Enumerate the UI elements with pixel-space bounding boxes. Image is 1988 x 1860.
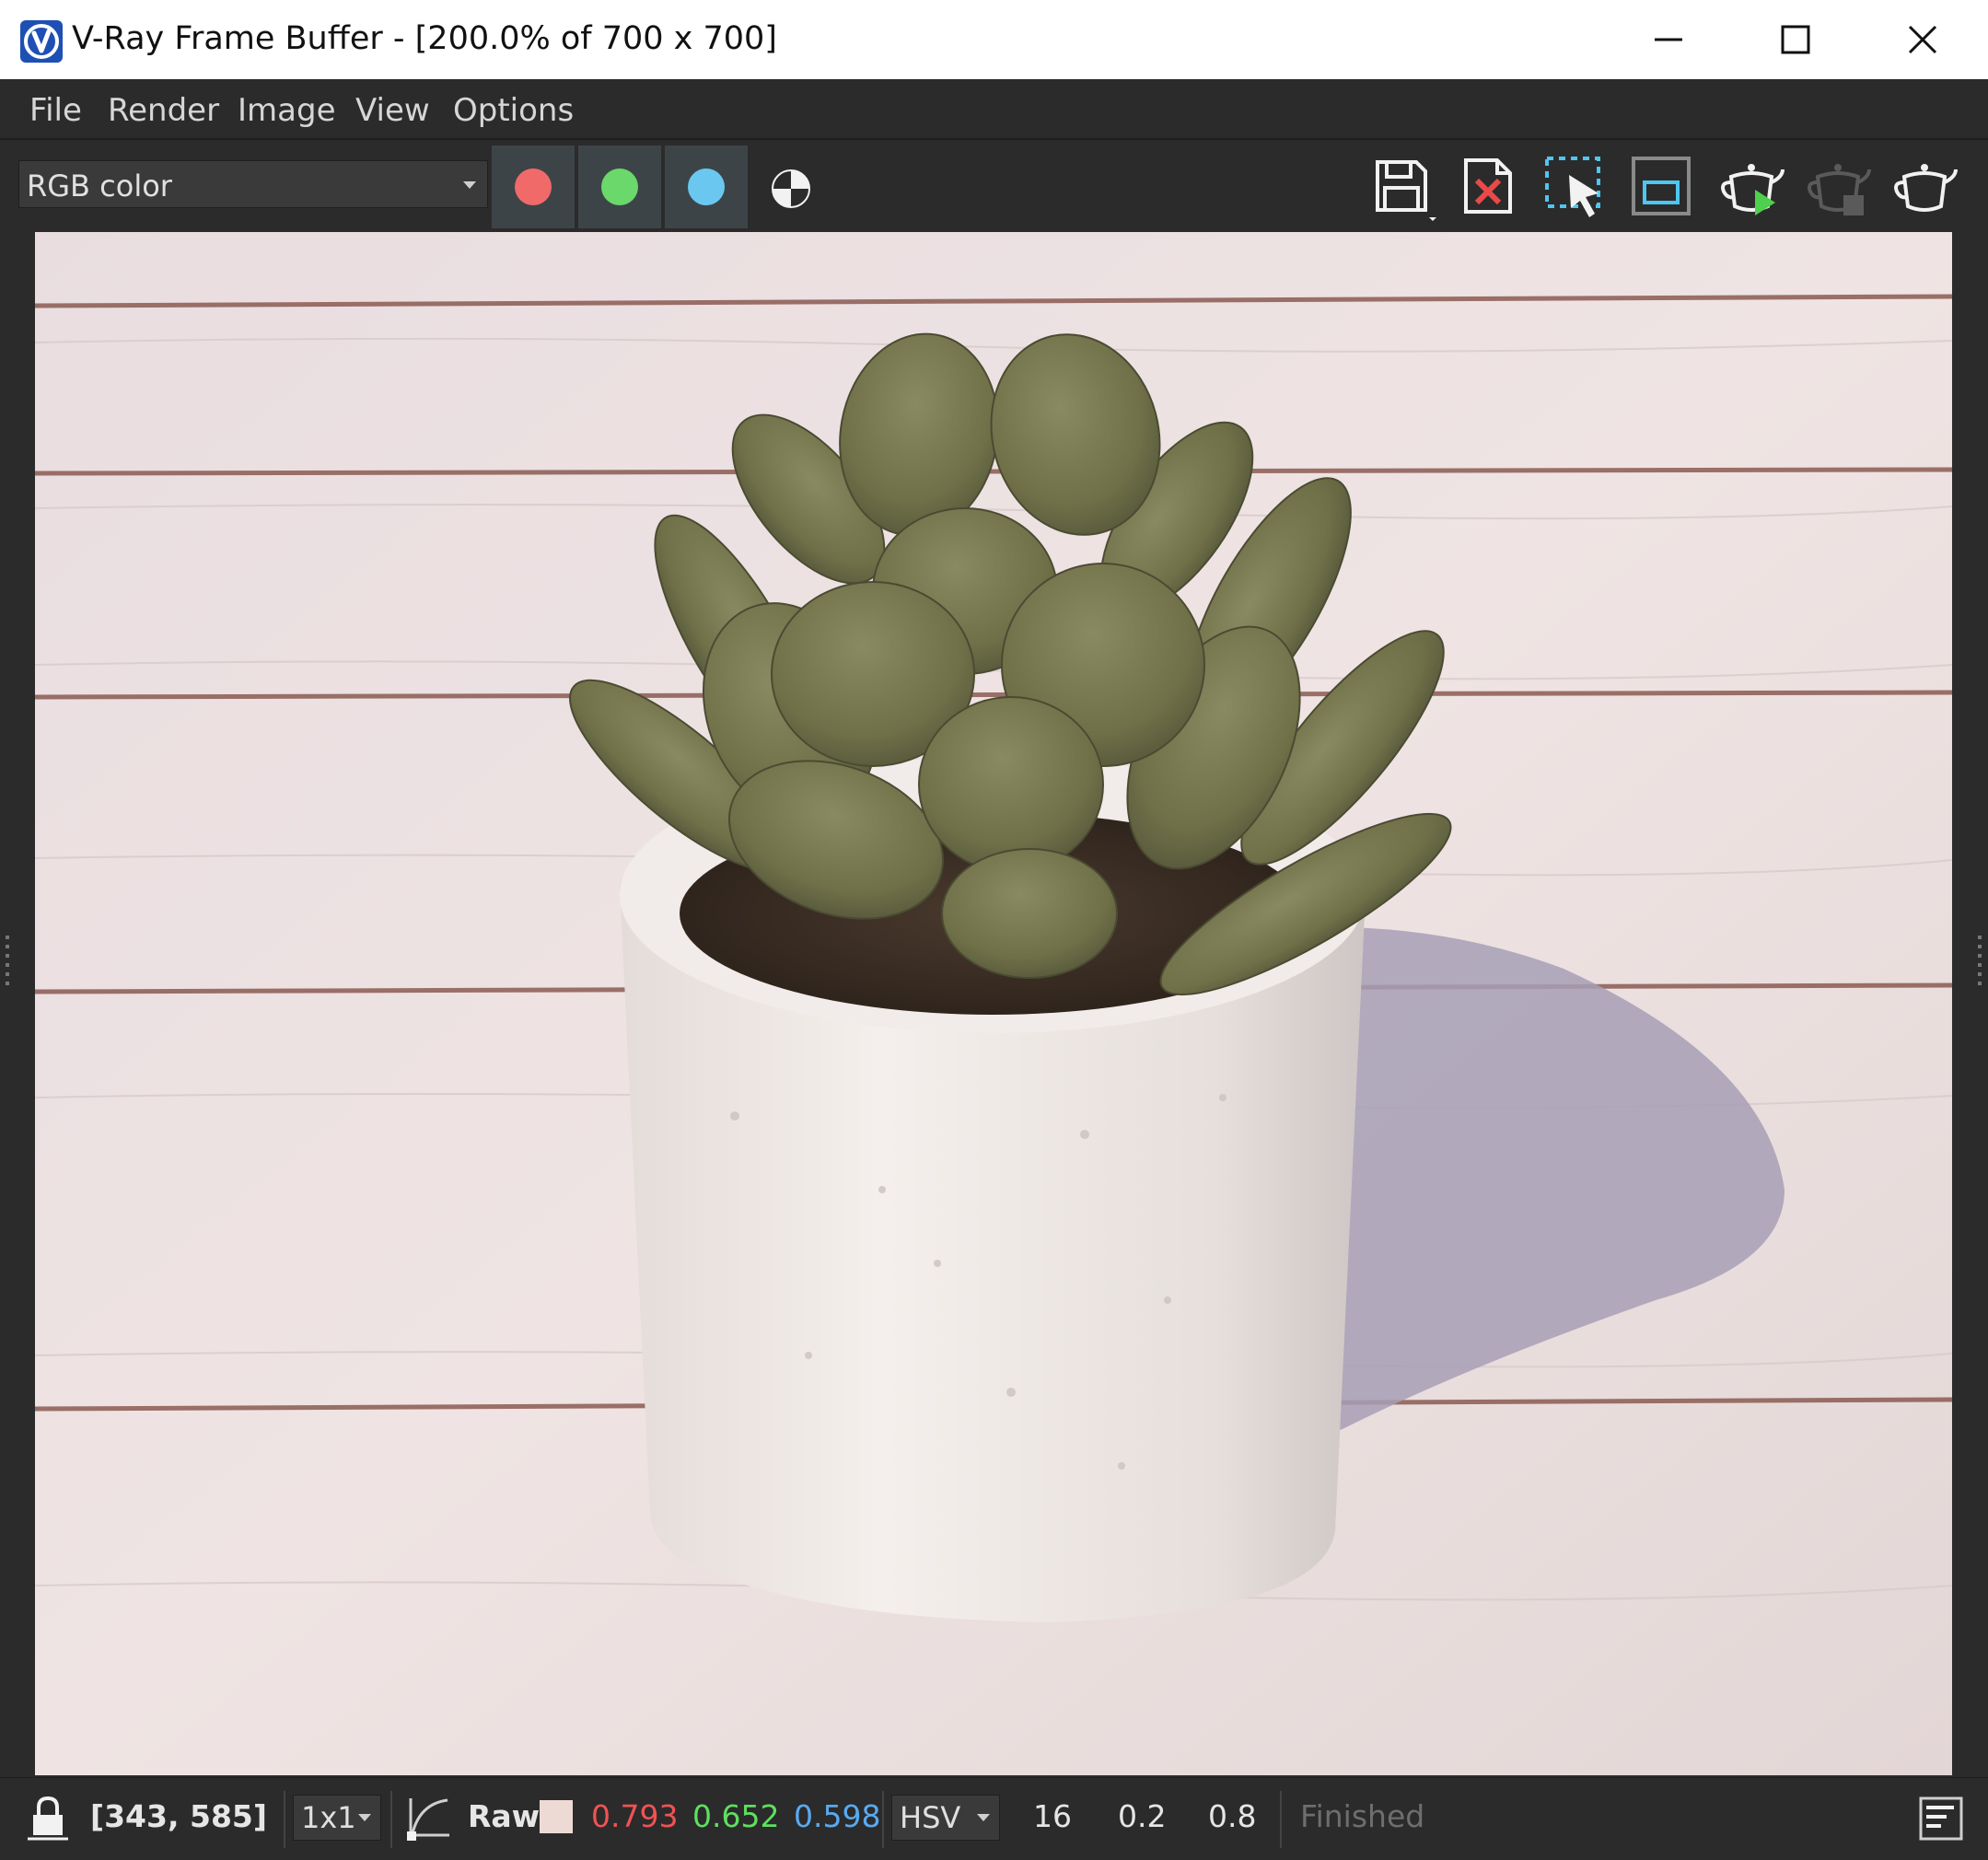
monochrome-button[interactable] [755,145,838,228]
pixel-coordinates: [343, 585] [90,1798,267,1834]
close-icon [1908,25,1937,54]
status-separator [882,1791,884,1848]
render-image[interactable] [35,232,1952,1775]
green-value: 0.652 [692,1798,780,1834]
red-value: 0.793 [591,1798,679,1834]
minimize-button[interactable] [1605,0,1732,79]
menu-file[interactable]: File [29,92,82,129]
sample-size-select[interactable]: 1x1 [293,1795,381,1841]
render-viewport[interactable] [0,230,1988,1777]
save-image-icon [1376,160,1436,221]
status-separator [284,1791,285,1848]
menu-image[interactable]: Image [238,92,335,129]
track-mouse-icon [1632,157,1691,215]
red-channel-button[interactable] [492,145,575,228]
history-panel-icon[interactable] [1917,1795,1965,1843]
clear-image-button[interactable] [1451,149,1525,223]
color-swatch [540,1800,573,1833]
maximize-button[interactable] [1732,0,1859,79]
potted-succulent-render [35,232,1952,1775]
chevron-down-icon [977,1814,990,1821]
color-space-select[interactable]: HSV [891,1795,1000,1841]
menu-view[interactable]: View [355,92,430,129]
stop-render-icon [1808,164,1871,215]
menu-bar: File Render Image View Options [0,79,1988,140]
blue-channel-button[interactable] [665,145,748,228]
chevron-down-icon [358,1814,371,1821]
right-panel-grip[interactable] [1976,930,1983,1004]
window-title: V-Ray Frame Buffer - [200.0% of 700 x 70… [72,20,777,57]
value-value: 0.8 [1208,1798,1257,1834]
interactive-render-icon [1721,164,1785,215]
color-space-value: HSV [900,1800,961,1835]
render-teapot-icon [1894,164,1958,212]
color-mode-label[interactable]: Raw [468,1798,540,1834]
maximize-icon [1781,25,1810,54]
green-channel-button[interactable] [578,145,661,228]
chevron-down-icon [463,181,476,189]
blue-channel-icon [688,169,725,205]
saturation-value: 0.2 [1118,1798,1167,1834]
hue-value: 16 [1033,1798,1072,1834]
lock-icon[interactable] [26,1795,72,1843]
blue-value: 0.598 [794,1798,881,1834]
stop-render-button[interactable] [1801,149,1875,223]
region-render-button[interactable] [1538,149,1611,223]
monochrome-icon [772,169,810,208]
minimize-icon [1655,38,1682,41]
status-separator [1280,1791,1282,1848]
status-separator [390,1791,392,1848]
status-bar: [343, 585] 1x1 Raw 0.793 0.652 0.598 HSV… [0,1777,1988,1860]
sample-size-value: 1x1 [301,1800,356,1835]
clear-image-icon [1464,158,1512,214]
menu-render[interactable]: Render [108,92,219,129]
channel-select[interactable]: RGB color [18,160,488,208]
red-channel-icon [515,169,552,205]
render-status: Finished [1300,1798,1425,1834]
toolbar: RGB color [0,140,1988,230]
save-image-button[interactable] [1365,149,1438,223]
menu-options[interactable]: Options [453,92,574,129]
title-bar: V-Ray Frame Buffer - [200.0% of 700 x 70… [0,0,1988,80]
render-button[interactable] [1888,149,1961,223]
interactive-render-button[interactable] [1715,149,1788,223]
green-channel-icon [601,169,638,205]
left-panel-grip[interactable] [4,930,11,1004]
channel-select-value: RGB color [27,169,172,203]
vray-logo-icon [20,20,63,63]
curve-icon[interactable] [403,1793,453,1844]
region-render-icon [1545,157,1600,217]
track-mouse-button[interactable] [1624,149,1698,223]
close-button[interactable] [1859,0,1986,79]
